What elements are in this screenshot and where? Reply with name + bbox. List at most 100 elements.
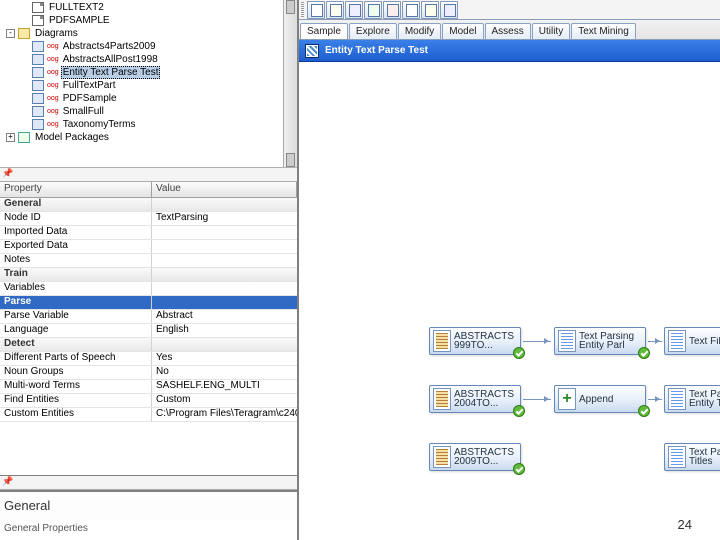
tree-item[interactable]: oogAbstracts4Parts2009 bbox=[6, 40, 297, 53]
property-value[interactable] bbox=[152, 240, 297, 253]
property-row[interactable]: Imported Data bbox=[0, 226, 297, 240]
right-panel: SampleExploreModifyModelAssessUtilityTex… bbox=[299, 0, 720, 540]
canvas-title-bar: Entity Text Parse Test bbox=[299, 40, 720, 62]
property-row[interactable]: Find EntitiesCustom bbox=[0, 394, 297, 408]
property-value[interactable]: C:\Program Files\Teragram\c2400 bbox=[152, 408, 297, 421]
diagram-canvas[interactable]: ABSTRACTS999TO... Text ParsingEntity Par… bbox=[299, 62, 720, 540]
general-subtitle: General Properties bbox=[0, 521, 297, 540]
toolbar-btn-3[interactable] bbox=[345, 1, 363, 19]
ext-badge: oog bbox=[47, 82, 59, 89]
property-row[interactable]: Parse VariableAbstract bbox=[0, 310, 297, 324]
property-value[interactable]: Yes bbox=[152, 352, 297, 365]
node-text-parsing-titles[interactable]: Text Parsing -Titles bbox=[664, 443, 720, 471]
flow-arrow bbox=[648, 399, 662, 400]
property-row[interactable]: Notes bbox=[0, 254, 297, 268]
tree-item-label: AbstractsAllPost1998 bbox=[61, 54, 160, 65]
tree-item[interactable]: +Model Packages bbox=[6, 131, 297, 144]
tree-item-label: PDFSAMPLE bbox=[47, 15, 112, 26]
project-tree[interactable]: FULLTEXT2PDFSAMPLE-DiagramsoogAbstracts4… bbox=[0, 0, 297, 168]
property-row[interactable]: Exported Data bbox=[0, 240, 297, 254]
property-key: Parse bbox=[0, 296, 152, 309]
expand-icon[interactable]: + bbox=[6, 133, 15, 142]
tool-icon bbox=[668, 388, 686, 410]
tree-item[interactable]: PDFSAMPLE bbox=[6, 14, 297, 27]
tab-explore[interactable]: Explore bbox=[349, 23, 397, 39]
general-title: General bbox=[0, 492, 297, 521]
node-text-filter-2[interactable]: Text Filter (2) bbox=[664, 327, 720, 355]
tab-text-mining[interactable]: Text Mining bbox=[571, 23, 636, 39]
tree-scrollbar[interactable] bbox=[283, 0, 297, 167]
collapse-icon[interactable]: - bbox=[6, 29, 15, 38]
col-value-header[interactable]: Value bbox=[152, 182, 297, 197]
diagram-icon bbox=[32, 119, 44, 130]
property-section[interactable]: Parse bbox=[0, 296, 297, 310]
property-value[interactable]: English bbox=[152, 324, 297, 337]
node-abstracts-999to[interactable]: ABSTRACTS999TO... bbox=[429, 327, 521, 355]
property-row[interactable]: Noun GroupsNo bbox=[0, 366, 297, 380]
property-value[interactable] bbox=[152, 282, 297, 295]
toolbar-btn-6[interactable] bbox=[402, 1, 420, 19]
property-key: Exported Data bbox=[0, 240, 152, 253]
plus-icon bbox=[558, 388, 576, 410]
node-text-parsing-entity-test[interactable]: Text ParsingEntity Test bbox=[664, 385, 720, 413]
property-row[interactable]: Node IDTextParsing bbox=[0, 212, 297, 226]
diagram-icon bbox=[32, 41, 44, 52]
toolbar bbox=[299, 0, 720, 20]
tree-item[interactable]: oogTaxonomyTerms bbox=[6, 118, 297, 131]
spacer bbox=[20, 3, 29, 12]
toolbar-btn-7[interactable] bbox=[421, 1, 439, 19]
property-value[interactable]: No bbox=[152, 366, 297, 379]
property-value[interactable]: TextParsing bbox=[152, 212, 297, 225]
toolbar-btn-1[interactable] bbox=[307, 1, 325, 19]
toolbar-btn-4[interactable] bbox=[364, 1, 382, 19]
tool-icon bbox=[668, 330, 686, 352]
status-ok-icon bbox=[513, 347, 525, 359]
property-value[interactable]: SASHELF.ENG_MULTI bbox=[152, 380, 297, 393]
property-key: Find Entities bbox=[0, 394, 152, 407]
tree-item[interactable]: oogPDFSample bbox=[6, 92, 297, 105]
property-value[interactable]: Abstract bbox=[152, 310, 297, 323]
node-text-parsing-entity-parl[interactable]: Text ParsingEntity Parl bbox=[554, 327, 646, 355]
tab-modify[interactable]: Modify bbox=[398, 23, 441, 39]
tree-item[interactable]: oogFullTextPart bbox=[6, 79, 297, 92]
property-row[interactable]: Custom EntitiesC:\Program Files\Teragram… bbox=[0, 408, 297, 422]
node-abstracts-2009to[interactable]: ABSTRACTS2009TO... bbox=[429, 443, 521, 471]
tree-item[interactable]: oogSmallFull bbox=[6, 105, 297, 118]
tool-icon bbox=[668, 446, 686, 468]
property-value[interactable] bbox=[152, 254, 297, 267]
node-append[interactable]: Append bbox=[554, 385, 646, 413]
toolbar-btn-2[interactable] bbox=[326, 1, 344, 19]
col-property-header[interactable]: Property bbox=[0, 182, 152, 197]
node-abstracts-2004to[interactable]: ABSTRACTS2004TO... bbox=[429, 385, 521, 413]
tab-sample[interactable]: Sample bbox=[300, 23, 348, 39]
slide-number: 24 bbox=[678, 517, 692, 532]
tree-item[interactable]: -Diagrams bbox=[6, 27, 297, 40]
property-section[interactable]: General bbox=[0, 198, 297, 212]
toolbar-btn-8[interactable] bbox=[440, 1, 458, 19]
spacer bbox=[20, 107, 29, 116]
pin-row bbox=[0, 168, 297, 182]
tab-assess[interactable]: Assess bbox=[485, 23, 531, 39]
property-row[interactable]: LanguageEnglish bbox=[0, 324, 297, 338]
tab-model[interactable]: Model bbox=[442, 23, 483, 39]
property-row[interactable]: Different Parts of SpeechYes bbox=[0, 352, 297, 366]
tree-item-label: PDFSample bbox=[61, 93, 119, 104]
flow-arrow bbox=[648, 341, 662, 342]
property-value bbox=[152, 338, 297, 351]
toolbar-btn-5[interactable] bbox=[383, 1, 401, 19]
tab-utility[interactable]: Utility bbox=[532, 23, 570, 39]
property-value[interactable]: Custom bbox=[152, 394, 297, 407]
property-key: Different Parts of Speech bbox=[0, 352, 152, 365]
tree-item[interactable]: oogAbstractsAllPost1998 bbox=[6, 53, 297, 66]
property-row[interactable]: Multi-word TermsSASHELF.ENG_MULTI bbox=[0, 380, 297, 394]
properties-table[interactable]: Property Value GeneralNode IDTextParsing… bbox=[0, 182, 297, 476]
property-section[interactable]: Train bbox=[0, 268, 297, 282]
diagram-icon bbox=[32, 106, 44, 117]
property-value[interactable] bbox=[152, 226, 297, 239]
property-section[interactable]: Detect bbox=[0, 338, 297, 352]
tree-item[interactable]: FULLTEXT2 bbox=[6, 1, 297, 14]
ext-badge: oog bbox=[47, 95, 59, 102]
property-row[interactable]: Variables bbox=[0, 282, 297, 296]
tree-item[interactable]: oogEntity Text Parse Test bbox=[6, 66, 297, 79]
pin-row-2 bbox=[0, 476, 297, 490]
